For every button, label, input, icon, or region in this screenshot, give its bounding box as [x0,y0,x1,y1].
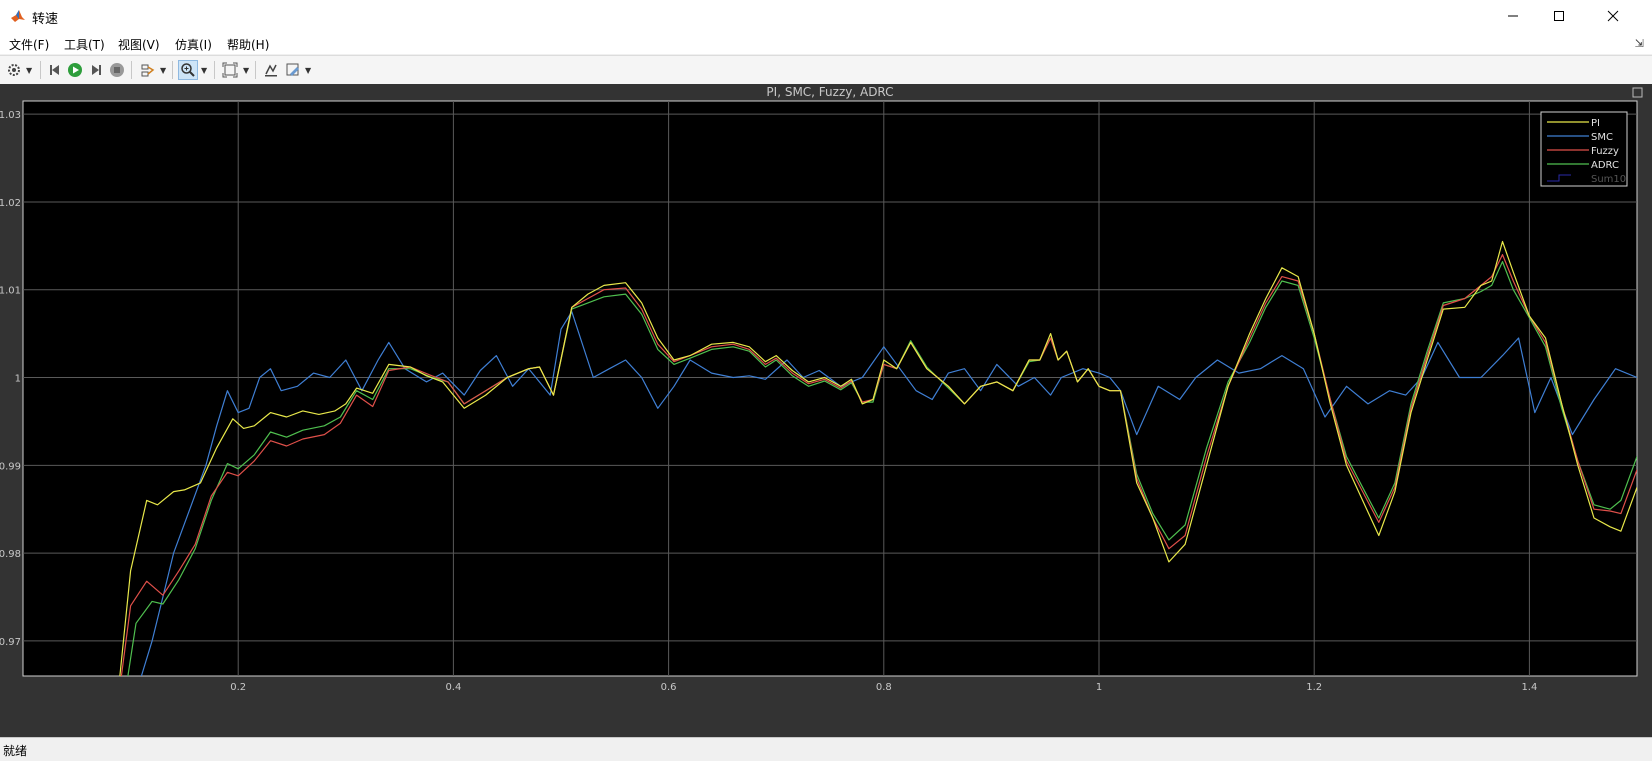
undock-icon[interactable]: ⇲ [1635,37,1644,50]
y-tick-label: 1.03 [0,110,21,121]
close-icon [1607,10,1619,22]
minimize-button[interactable] [1490,0,1536,32]
edit-dropdown-arrow[interactable]: ▼ [305,66,311,75]
run-back-button[interactable] [45,60,65,80]
menu-file[interactable]: 文件(F) [9,36,49,53]
maximize-button[interactable] [1536,0,1582,32]
y-tick-label: 1 [15,374,21,385]
x-tick-label: 0.6 [661,682,677,693]
step-forward-button[interactable] [86,60,106,80]
menu-view[interactable]: 视图(V) [118,36,160,53]
toolbar-separator [172,61,173,79]
matlab-icon [11,10,25,22]
y-tick-label: 0.97 [0,637,21,648]
run-icon [68,63,82,77]
title-bar: 转速 [0,0,1652,33]
x-tick-label: 1.2 [1306,682,1322,693]
settings-dropdown-arrow[interactable]: ▼ [26,66,32,75]
toolbar-separator [40,61,41,79]
toolbar: ▼ ▼ ▼ ▼ ▼ [0,55,1652,85]
menu-bar: 文件(F) 工具(T) 视图(V) 仿真(I) 帮助(H) ⇲ [0,32,1652,54]
menu-tools[interactable]: 工具(T) [64,36,105,53]
toolbar-separator [131,61,132,79]
chart-title: PI, SMC, Fuzzy, ADRC [766,85,893,99]
step-forward-icon [92,65,101,75]
scope-plot-area: PI, SMC, Fuzzy, ADRC 0.2 0.4 0.6 0.8 1 1.2 1.4 0… [0,84,1652,737]
x-tick-label: 0.2 [230,682,246,693]
signal-selector-button[interactable] [138,60,158,80]
toolbar-separator [255,61,256,79]
maximize-icon [1554,11,1564,21]
legend-label: SMC [1591,132,1613,143]
scope-chart[interactable]: PI, SMC, Fuzzy, ADRC 0.2 0.4 0.6 0.8 1 1.2 1.4 0… [0,84,1652,737]
legend-label: Sum10 [1591,174,1626,185]
fit-dropdown-arrow[interactable]: ▼ [243,66,249,75]
signal-selector-dropdown-arrow[interactable]: ▼ [160,66,166,75]
window-title: 转速 [32,12,59,27]
y-tick-label: 1.01 [0,286,21,297]
x-tick-label: 0.8 [876,682,892,693]
signal-selector-icon [141,64,155,77]
axes-background [22,100,1638,677]
legend-label: Fuzzy [1591,146,1619,157]
stop-button[interactable] [107,60,127,80]
run-back-icon [50,65,59,75]
edit-button[interactable] [283,60,303,80]
run-button[interactable] [65,60,85,80]
y-tick-label: 0.99 [0,461,21,472]
style-icon [265,64,277,77]
settings-button[interactable] [4,60,24,80]
zoom-icon [181,63,195,77]
y-tick-label: 0.98 [0,549,21,560]
close-button[interactable] [1590,0,1636,32]
fit-to-view-icon [222,62,238,78]
zoom-dropdown-arrow[interactable]: ▼ [201,66,207,75]
toolbar-separator [214,61,215,79]
zoom-button[interactable] [178,60,198,80]
menu-simulation[interactable]: 仿真(I) [175,36,212,53]
x-tick-label: 1 [1096,682,1102,693]
menu-help[interactable]: 帮助(H) [227,36,269,53]
y-tick-label: 1.02 [0,198,21,209]
status-text: 就绪 [3,744,28,758]
status-bar: 就绪 [0,737,1652,761]
fit-to-view-button[interactable] [220,60,240,80]
settings-icon [8,64,20,76]
legend-label: ADRC [1591,160,1619,171]
style-button[interactable] [261,60,281,80]
stop-icon [110,63,124,77]
x-tick-label: 1.4 [1521,682,1537,693]
x-tick-label: 0.4 [445,682,461,693]
expand-icon[interactable] [1632,87,1643,98]
legend-label: PI [1591,118,1600,129]
edit-icon [286,63,299,76]
minimize-icon [1508,15,1518,17]
